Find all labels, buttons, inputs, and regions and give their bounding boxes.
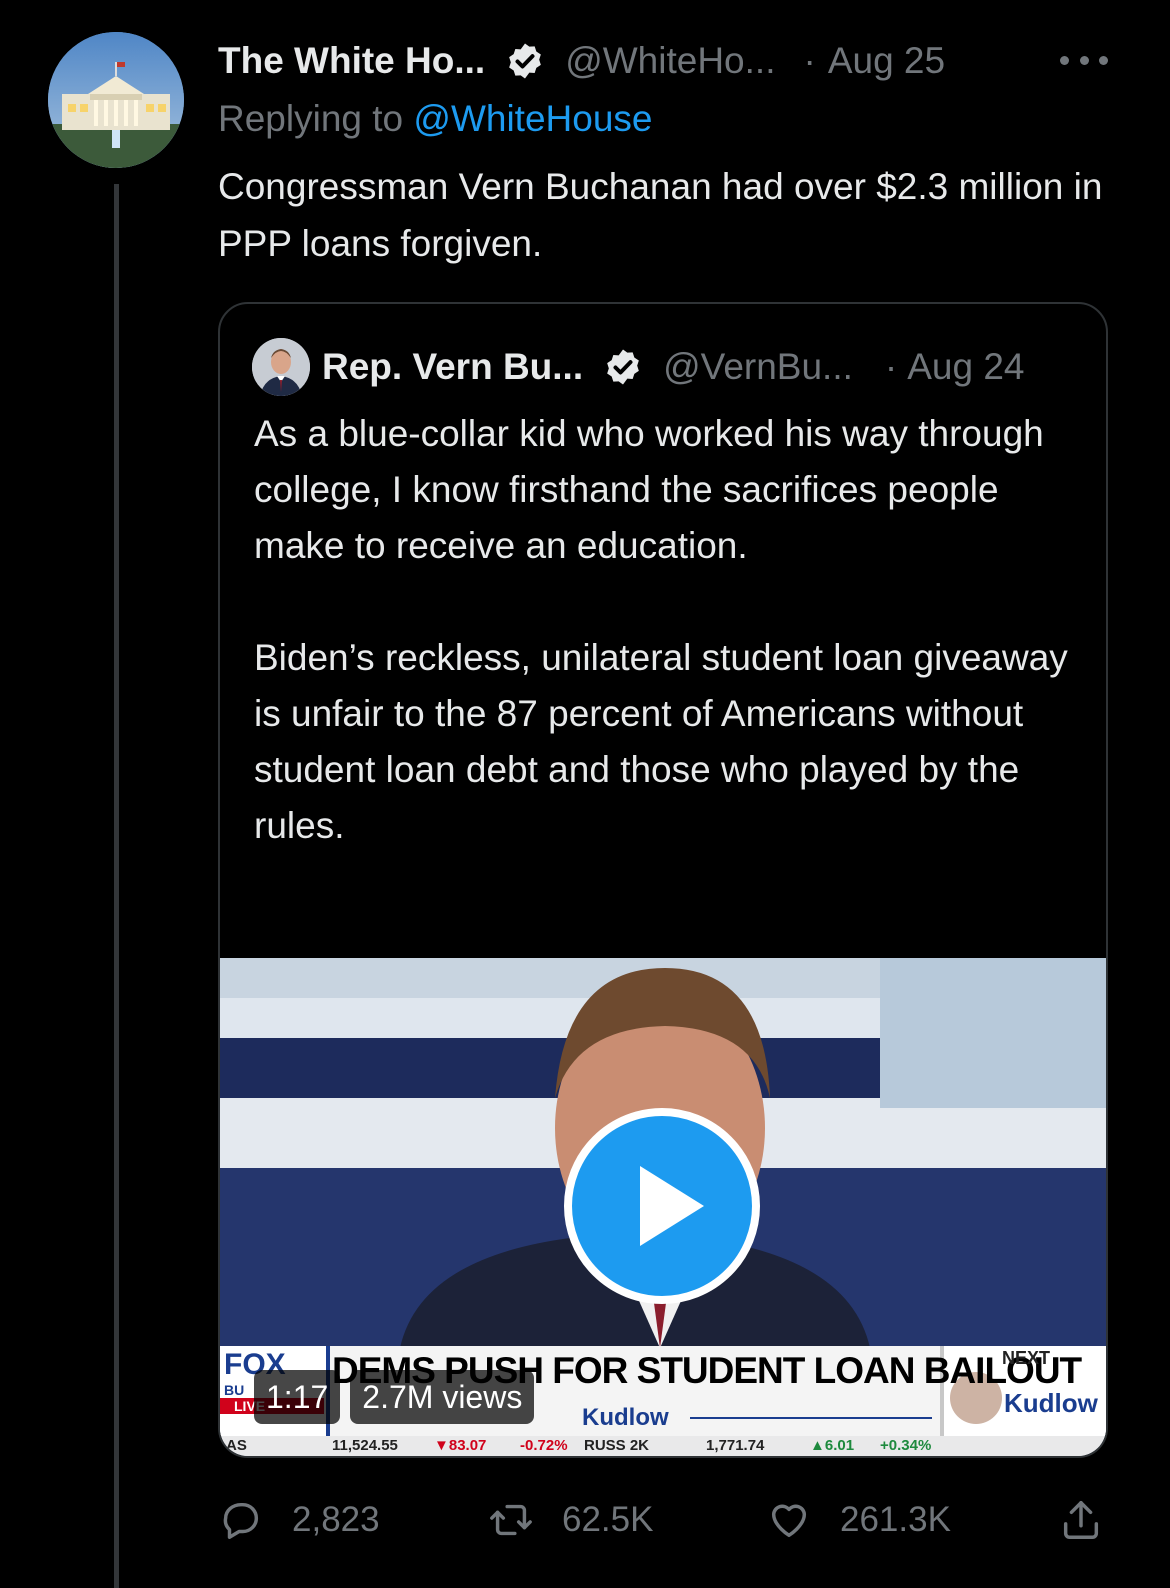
white-house-avatar-image xyxy=(48,32,184,168)
replying-to: Replying to @WhiteHouse xyxy=(218,98,652,140)
retweet-icon xyxy=(490,1504,532,1536)
quoted-tweet-header: Rep. Vern Bu... @VernBu... · Aug 24 xyxy=(322,342,1082,392)
retweet-count: 62.5K xyxy=(562,1500,654,1539)
video-info-overlay: 1:17 2.7M views xyxy=(254,1370,535,1426)
quoted-author-name: Rep. Vern Bu... xyxy=(322,346,584,387)
ticker-item: -0.72% xyxy=(520,1437,568,1454)
tweet-date[interactable]: Aug 25 xyxy=(828,40,945,82)
market-ticker: AS 11,524.55 ▼83.07 -0.72% RUSS 2K 1,771… xyxy=(220,1436,1106,1456)
header-separator: · xyxy=(803,40,816,81)
play-icon[interactable] xyxy=(564,1108,760,1304)
video-player[interactable]: DEMS PUSH FOR STUDENT LOAN BAILOUT Kudlo… xyxy=(220,958,1106,1456)
quoted-tweet-text: As a blue-collar kid who worked his way … xyxy=(254,406,1074,854)
author-avatar[interactable] xyxy=(48,32,184,168)
more-dot xyxy=(1079,55,1089,65)
ticker-item: +0.34% xyxy=(880,1437,932,1454)
ticker-item: 1,771.74 xyxy=(706,1437,765,1454)
quoted-tweet-date: Aug 24 xyxy=(907,346,1025,387)
ticker-item: 11,524.55 xyxy=(332,1437,398,1454)
quoted-paragraph: Biden’s reckless, unilateral student loa… xyxy=(254,637,1068,846)
tweet-header: The White Ho... @WhiteHo... · Aug 25 xyxy=(218,36,1118,86)
ticker-item: ▼83.07 xyxy=(434,1437,487,1454)
ticker-item: ▲6.01 xyxy=(810,1437,855,1454)
like-icon xyxy=(771,1504,807,1538)
like-count: 261.3K xyxy=(840,1500,951,1539)
more-icon[interactable] xyxy=(1060,40,1108,80)
share-icon xyxy=(1063,1501,1099,1539)
quoted-author-avatar xyxy=(252,338,310,396)
more-dot xyxy=(1099,55,1108,65)
reply-icon xyxy=(223,1502,259,1539)
retweet-button[interactable]: 62.5K xyxy=(488,1490,653,1550)
more-dot xyxy=(1060,55,1069,65)
thread-connector-line xyxy=(114,184,119,1588)
video-views: 2.7M views xyxy=(350,1370,535,1424)
reply-count: 2,823 xyxy=(292,1500,380,1539)
video-duration: 1:17 xyxy=(254,1370,341,1424)
verified-badge-icon xyxy=(509,43,542,79)
quoted-paragraph: As a blue-collar kid who worked his way … xyxy=(254,413,1044,566)
tweet-actions-bar: 2,823 62.5K 261.3K xyxy=(218,1490,1118,1550)
quoted-tweet-card[interactable]: Rep. Vern Bu... @VernBu... · Aug 24 As a… xyxy=(218,302,1108,1458)
video-show-name: Kudlow xyxy=(582,1404,669,1431)
person-portrait-image xyxy=(252,338,310,396)
tweet-text: Congressman Vern Buchanan had over $2.3 … xyxy=(218,166,1103,264)
video-next-show: Kudlow xyxy=(1004,1388,1098,1418)
author-handle[interactable]: @WhiteHo... xyxy=(565,40,775,82)
like-button[interactable]: 261.3K xyxy=(766,1490,951,1550)
author-name[interactable]: The White Ho... xyxy=(218,40,485,82)
ticker-item: RUSS 2K xyxy=(584,1437,650,1454)
quoted-header-separator: · xyxy=(884,346,898,387)
share-button[interactable] xyxy=(1058,1490,1132,1550)
verified-badge-icon xyxy=(607,349,639,385)
video-next-label: NEXT xyxy=(1002,1348,1051,1368)
ticker-item: AS xyxy=(226,1437,247,1454)
replying-mention-link[interactable]: @WhiteHouse xyxy=(413,98,652,139)
reply-button[interactable]: 2,823 xyxy=(218,1490,380,1550)
replying-prefix: Replying to xyxy=(218,98,404,139)
quoted-author-handle: @VernBu... xyxy=(663,346,853,387)
network-logo-subtext: BU xyxy=(224,1382,245,1398)
